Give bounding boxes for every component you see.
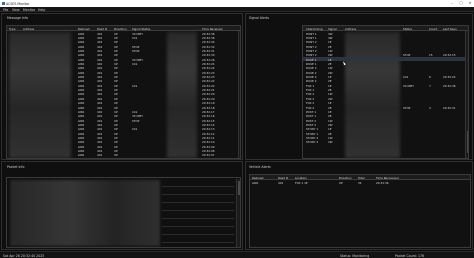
scroll-thumb[interactable] [466, 131, 468, 153]
message-info-title: Message Info [7, 16, 29, 20]
divider [162, 218, 234, 219]
cell-rr: LIRR [78, 153, 85, 158]
signal-alerts-title: Signal Alerts [249, 16, 270, 20]
divider [162, 226, 234, 227]
scroll-thumb[interactable] [239, 34, 240, 54]
cell-road: 401 [278, 180, 284, 185]
message-info-scrollbar[interactable] [238, 31, 240, 158]
close-icon[interactable]: ✕ [466, 1, 474, 5]
signal-alerts-panel: Signal Alerts Interlocking Signal Addres… [245, 13, 473, 160]
cell-sig: 2W [328, 140, 333, 145]
signal-alerts-table[interactable]: Interlocking Signal Address Status Count… [302, 25, 469, 159]
vehicle-alerts-title: Vehicle Alerts [249, 165, 271, 169]
cell-il: STONY 2 [306, 140, 319, 145]
divider [162, 186, 234, 187]
scroll-thumb[interactable] [237, 181, 240, 195]
cell-dir: UP [114, 153, 118, 158]
divider [162, 234, 234, 235]
divider [162, 202, 234, 203]
vehicle-alerts-panel: Vehicle Alerts Railroad Road # Location … [245, 161, 473, 250]
status-datetime: Sat Apr 26 20:32:40 2025 [3, 253, 45, 258]
table-row[interactable]: STONY 2 2W [303, 140, 468, 144]
maximize-icon[interactable]: ▢ [457, 1, 465, 5]
minimize-icon[interactable]: – [448, 1, 456, 5]
menu-bar: File View Monitor Help [0, 7, 474, 12]
redacted-packet-data [10, 180, 160, 246]
cell-location: FOX 1 1E [295, 180, 308, 185]
table-row[interactable]: LIRR 401 FOX 1 1E UP 34 20:32:36 [250, 180, 470, 185]
cell-time: 20:32:36 [376, 180, 389, 185]
menu-file[interactable]: File [3, 8, 8, 12]
message-info-table[interactable]: Type Address Railroad Road # Direction S… [6, 25, 241, 159]
packet-info-title: Packet Info [7, 165, 25, 169]
message-info-panel: Message Info Type Address Railroad Road … [1, 13, 243, 160]
vehicle-alerts-header: Railroad Road # Location Direction Total… [250, 175, 470, 180]
cell-time: 20:32:07 [202, 153, 215, 158]
packet-info-scrollbar[interactable] [236, 179, 240, 247]
menu-help[interactable]: Help [38, 8, 45, 12]
packet-info-panel: Packet Info [1, 161, 243, 250]
status-packet-count: Packet Count: 176 [395, 253, 425, 258]
title-bar: ACSES Monitor – ▢ ✕ [0, 0, 474, 7]
packet-info-view[interactable] [6, 177, 241, 248]
message-info-header: Type Address Railroad Road # Direction S… [7, 26, 240, 31]
window-title: ACSES Monitor [6, 1, 30, 6]
menu-monitor[interactable]: Monitor [23, 8, 35, 12]
status-bar: Sat Apr 26 20:32:40 2025 Status: Monitor… [0, 251, 474, 258]
divider [162, 242, 234, 243]
cell-road: 401 [97, 153, 103, 158]
menu-view[interactable]: View [12, 8, 20, 12]
divider [162, 210, 234, 211]
vehicle-alerts-table[interactable]: Railroad Road # Location Direction Total… [249, 174, 471, 248]
cell-total: 34 [358, 180, 362, 185]
app-icon [1, 1, 5, 5]
table-row[interactable]: LIRR 401 UP 20:32:07 [7, 153, 240, 157]
cell-railroad: LIRR [252, 180, 259, 185]
divider [162, 194, 234, 195]
cell-direction: UP [339, 180, 343, 185]
status-state: Status: Monitoring [340, 253, 370, 258]
signal-alerts-header: Interlocking Signal Address Status Count… [303, 26, 468, 31]
signal-alerts-scrollbar[interactable] [465, 31, 468, 158]
